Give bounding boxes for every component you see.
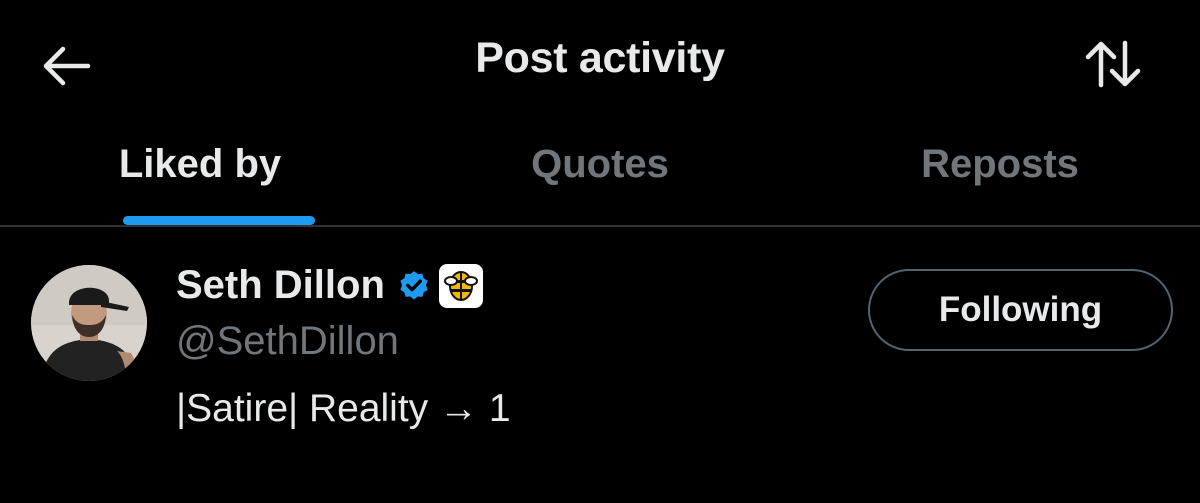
user-display-name: Seth Dillon bbox=[176, 263, 385, 307]
active-tab-indicator bbox=[123, 216, 315, 225]
tab-reposts[interactable]: Reposts bbox=[800, 122, 1200, 225]
user-list-item[interactable]: Seth Dillon @SethDillon |Satire| Reality… bbox=[0, 227, 1200, 503]
tab-quotes[interactable]: Quotes bbox=[400, 122, 800, 225]
verified-badge-icon bbox=[397, 269, 431, 303]
tab-label: Liked by bbox=[118, 142, 282, 186]
sort-arrows-icon bbox=[1085, 40, 1141, 88]
babylon-bee-logo-icon bbox=[438, 263, 483, 308]
avatar[interactable] bbox=[31, 265, 147, 381]
user-name-line[interactable]: Seth Dillon bbox=[176, 263, 483, 308]
page-title: Post activity bbox=[475, 34, 725, 82]
top-bar: Post activity bbox=[0, 0, 1200, 122]
tab-label: Reposts bbox=[921, 142, 1079, 186]
user-bio: |Satire| Reality → 1 bbox=[176, 387, 511, 430]
following-button[interactable]: Following bbox=[868, 269, 1173, 351]
tab-liked-by[interactable]: Liked by bbox=[0, 122, 400, 225]
activity-tabs: Liked by Quotes Reposts bbox=[0, 122, 1200, 225]
tab-label: Quotes bbox=[531, 142, 669, 186]
user-handle[interactable]: @SethDillon bbox=[176, 319, 399, 364]
sort-button[interactable] bbox=[1082, 36, 1144, 92]
